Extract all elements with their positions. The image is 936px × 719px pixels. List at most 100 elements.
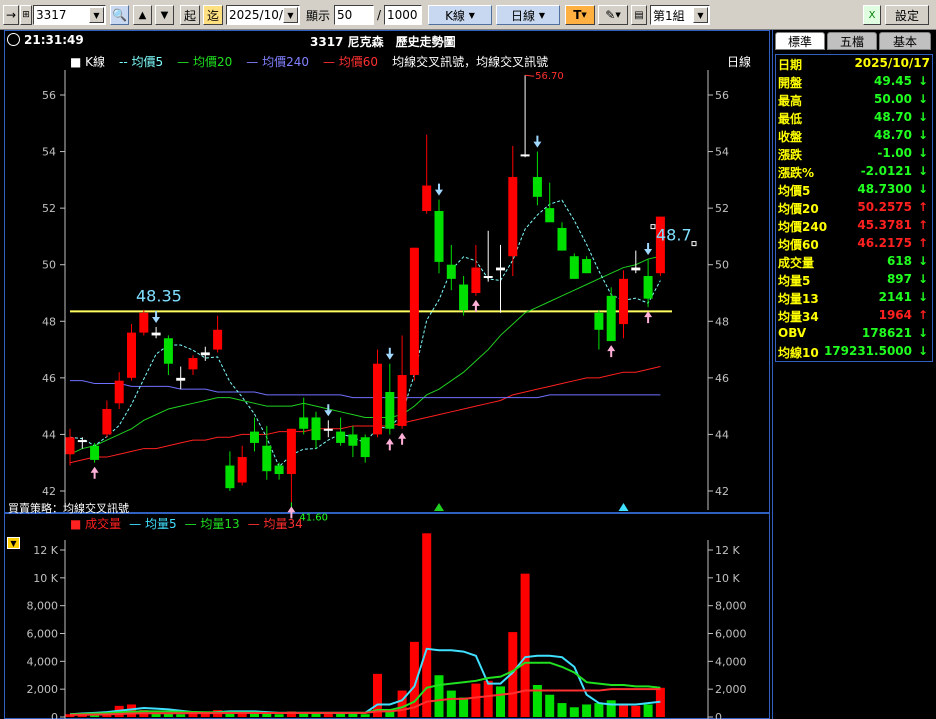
- quote-label: 漲跌: [778, 148, 803, 162]
- candle-body: [594, 312, 604, 330]
- volume-tick-label: 4,000: [27, 655, 59, 668]
- volume-tick-label: 12 K: [33, 544, 58, 557]
- volume-ma-line: [69, 647, 661, 716]
- quote-value: 179231.5000: [823, 344, 912, 358]
- candle-body: [496, 267, 505, 271]
- high-marker: [525, 74, 535, 77]
- quote-row: 均量34 1964 ↑: [776, 307, 932, 325]
- arrow-up-icon: ↑: [917, 308, 928, 322]
- price-tick-label: 52: [715, 202, 729, 215]
- volume-bar: [483, 680, 493, 717]
- volume-bar: [262, 713, 272, 717]
- candle-body: [631, 267, 641, 271]
- volume-bar: [348, 713, 358, 717]
- quote-row: 最高 50.00 ↓: [776, 91, 932, 109]
- price-tick-label: 50: [715, 259, 729, 272]
- candle-body: [77, 440, 87, 443]
- quote-value: 50.2575: [857, 200, 912, 214]
- candle-body: [557, 227, 567, 251]
- chart-canvas[interactable]: 42 42 44 44 46 46 48 48 50 50 52 52 54 54 56 56 48.35 56.…: [0, 0, 770, 719]
- candle-body: [545, 208, 555, 223]
- candle-body: [127, 332, 136, 378]
- tab-five-level[interactable]: 五檔: [827, 32, 877, 50]
- volume-bar: [594, 703, 604, 717]
- candle-body: [459, 284, 469, 310]
- arrow-up-icon: ↑: [917, 200, 928, 214]
- price-tick-label: 52: [42, 202, 56, 215]
- price-tick-label: 48: [42, 315, 56, 328]
- price-tick-label: 48: [715, 315, 729, 328]
- crossover-triangle-icon: [618, 503, 629, 511]
- quote-value: -2.0121: [860, 164, 912, 178]
- candle-body: [176, 377, 186, 381]
- price-tick-label: 50: [42, 259, 56, 272]
- quote-value: 48.70: [874, 110, 912, 124]
- price-tick-label: 42: [42, 485, 56, 498]
- candle-body: [409, 247, 419, 376]
- quote-label: 均線10: [778, 346, 819, 360]
- quote-value: 1964: [878, 308, 912, 322]
- buy-signal-icon: [90, 466, 99, 479]
- candle-body: [582, 259, 592, 274]
- sell-signal-icon: [324, 404, 333, 417]
- volume-tick-label: 10 K: [33, 572, 58, 585]
- price-tick-label: 42: [715, 485, 729, 498]
- quote-row: 日期 2025/10/17: [776, 55, 932, 73]
- tab-basic[interactable]: 基本: [879, 32, 931, 50]
- collapse-toggle-icon[interactable]: ▼: [7, 537, 20, 549]
- candle-body: [213, 329, 223, 350]
- candle-body: [286, 428, 296, 475]
- volume-legend: ■ 成交量 — 均量5 — 均量13 — 均量34: [70, 515, 311, 532]
- candle-body: [311, 417, 321, 441]
- volume-bar: [397, 690, 407, 717]
- price-tick-label: 44: [42, 428, 56, 441]
- candle-body: [225, 465, 235, 489]
- candle-body: [299, 417, 309, 429]
- quote-row: 成交量 618 ↓: [776, 253, 932, 271]
- arrow-up-icon: ↑: [917, 236, 928, 250]
- quote-row: 均價5 48.7300 ↓: [776, 181, 932, 199]
- volume-tick-label: 6,000: [27, 628, 59, 641]
- quote-label: 成交量: [778, 256, 815, 270]
- quote-row: 均價240 45.3781 ↑: [776, 217, 932, 235]
- volume-ma-line: [69, 661, 661, 716]
- quote-label: 收盤: [778, 130, 803, 144]
- settings-button[interactable]: 設定: [885, 5, 929, 25]
- candle-body: [336, 431, 346, 443]
- candle-body: [643, 276, 653, 299]
- candle-body: [348, 434, 358, 446]
- volume-legend-item: — 均量13: [184, 517, 240, 531]
- candle-body: [90, 445, 100, 460]
- arrow-down-icon: ↓: [917, 254, 928, 268]
- volume-bar: [311, 713, 321, 717]
- volume-bar: [274, 714, 284, 717]
- quote-label: 最高: [778, 94, 803, 108]
- price-tick-label: 56: [42, 89, 56, 102]
- quote-value: 2141: [878, 290, 912, 304]
- tab-standard[interactable]: 標準: [775, 32, 825, 50]
- arrow-down-icon: ↓: [917, 290, 928, 304]
- quote-label: OBV: [778, 326, 807, 340]
- volume-bar: [446, 690, 456, 717]
- candle-body: [385, 392, 395, 429]
- candle-body: [471, 267, 481, 293]
- candle-body: [397, 375, 407, 426]
- quote-label: 最低: [778, 112, 803, 126]
- excel-icon[interactable]: X: [863, 5, 881, 25]
- quote-label: 均價20: [778, 202, 819, 216]
- arrow-down-icon: ↓: [917, 164, 928, 178]
- sell-signal-icon: [385, 347, 394, 360]
- price-legend-item: — 均價240: [246, 55, 309, 69]
- price-legend-item: 均線交叉訊號，均線交叉訊號: [392, 55, 549, 69]
- arrow-down-icon: ↓: [917, 326, 928, 340]
- candle-body: [65, 437, 75, 455]
- arrow-down-icon: ↓: [917, 92, 928, 106]
- buy-signal-icon: [471, 299, 480, 312]
- volume-tick-label: 6,000: [715, 628, 747, 641]
- candle-body: [508, 177, 518, 257]
- arrow-down-icon: ↓: [917, 146, 928, 160]
- reference-line-label: 48.35: [136, 286, 182, 305]
- period-indicator: 日線: [727, 55, 752, 69]
- candle-body: [151, 332, 161, 336]
- volume-tick-label: 0: [51, 711, 58, 719]
